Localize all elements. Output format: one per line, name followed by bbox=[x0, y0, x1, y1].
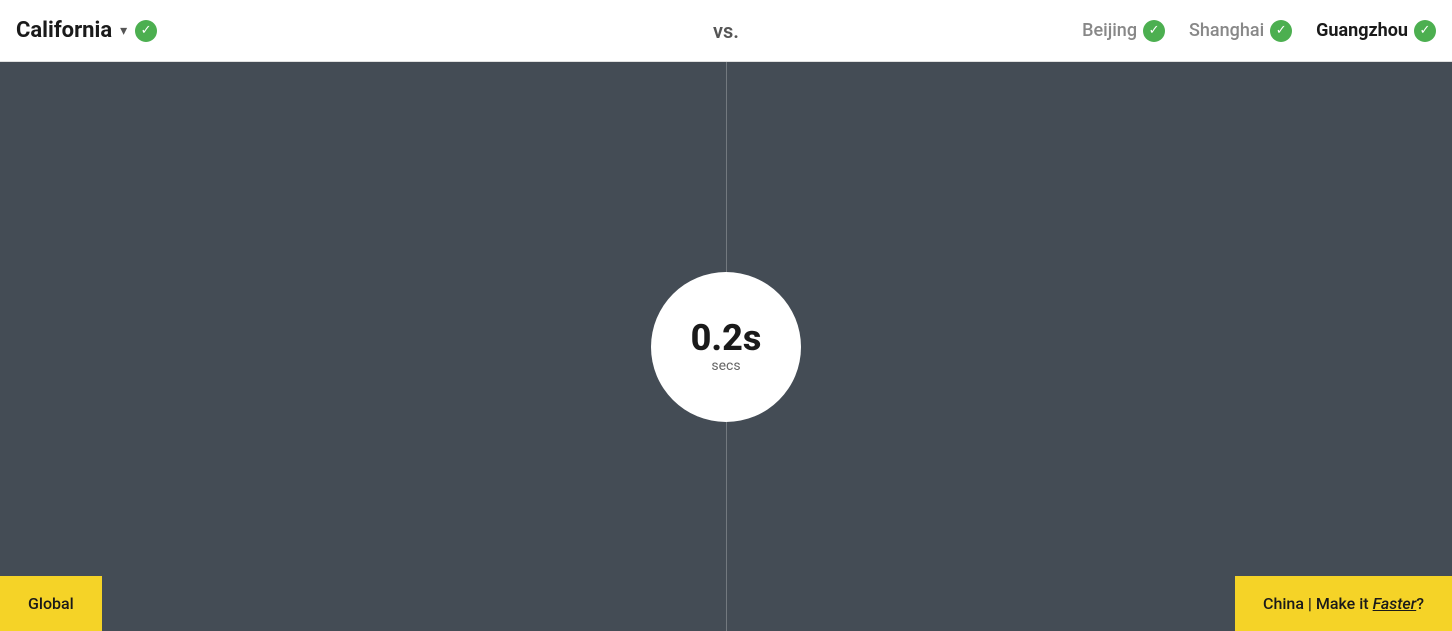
global-badge[interactable]: Global bbox=[0, 576, 102, 631]
location-item-beijing[interactable]: Beijing ✓ bbox=[1082, 20, 1165, 42]
location-item-guangzhou[interactable]: Guangzhou ✓ bbox=[1316, 20, 1436, 42]
guangzhou-label: Guangzhou bbox=[1316, 20, 1408, 41]
global-label: Global bbox=[28, 594, 74, 613]
beijing-check-icon: ✓ bbox=[1143, 20, 1165, 42]
china-badge[interactable]: China | Make it Faster? bbox=[1235, 576, 1452, 631]
shanghai-check-icon: ✓ bbox=[1270, 20, 1292, 42]
location-item-shanghai[interactable]: Shanghai ✓ bbox=[1189, 20, 1292, 42]
time-circle: 0.2s secs bbox=[651, 272, 801, 422]
shanghai-label: Shanghai bbox=[1189, 20, 1264, 41]
left-location-check-icon: ✓ bbox=[135, 20, 157, 42]
faster-link[interactable]: Faster bbox=[1373, 594, 1417, 613]
chevron-down-icon[interactable]: ▾ bbox=[120, 23, 127, 39]
header-left: California ▾ ✓ bbox=[16, 18, 157, 43]
header-right: Beijing ✓ Shanghai ✓ Guangzhou ✓ bbox=[1082, 20, 1436, 42]
beijing-label: Beijing bbox=[1082, 20, 1137, 41]
left-location-name: California bbox=[16, 18, 112, 43]
china-prefix: China | Make it bbox=[1263, 594, 1373, 613]
china-suffix: ? bbox=[1416, 594, 1424, 613]
time-unit: secs bbox=[711, 358, 740, 374]
main-area: 0.2s secs Global China | Make it Faster? bbox=[0, 62, 1452, 631]
header: California ▾ ✓ vs. Beijing ✓ Shanghai ✓ … bbox=[0, 0, 1452, 62]
time-value: 0.2s bbox=[691, 319, 762, 359]
guangzhou-check-icon: ✓ bbox=[1414, 20, 1436, 42]
vs-label: vs. bbox=[713, 19, 739, 43]
